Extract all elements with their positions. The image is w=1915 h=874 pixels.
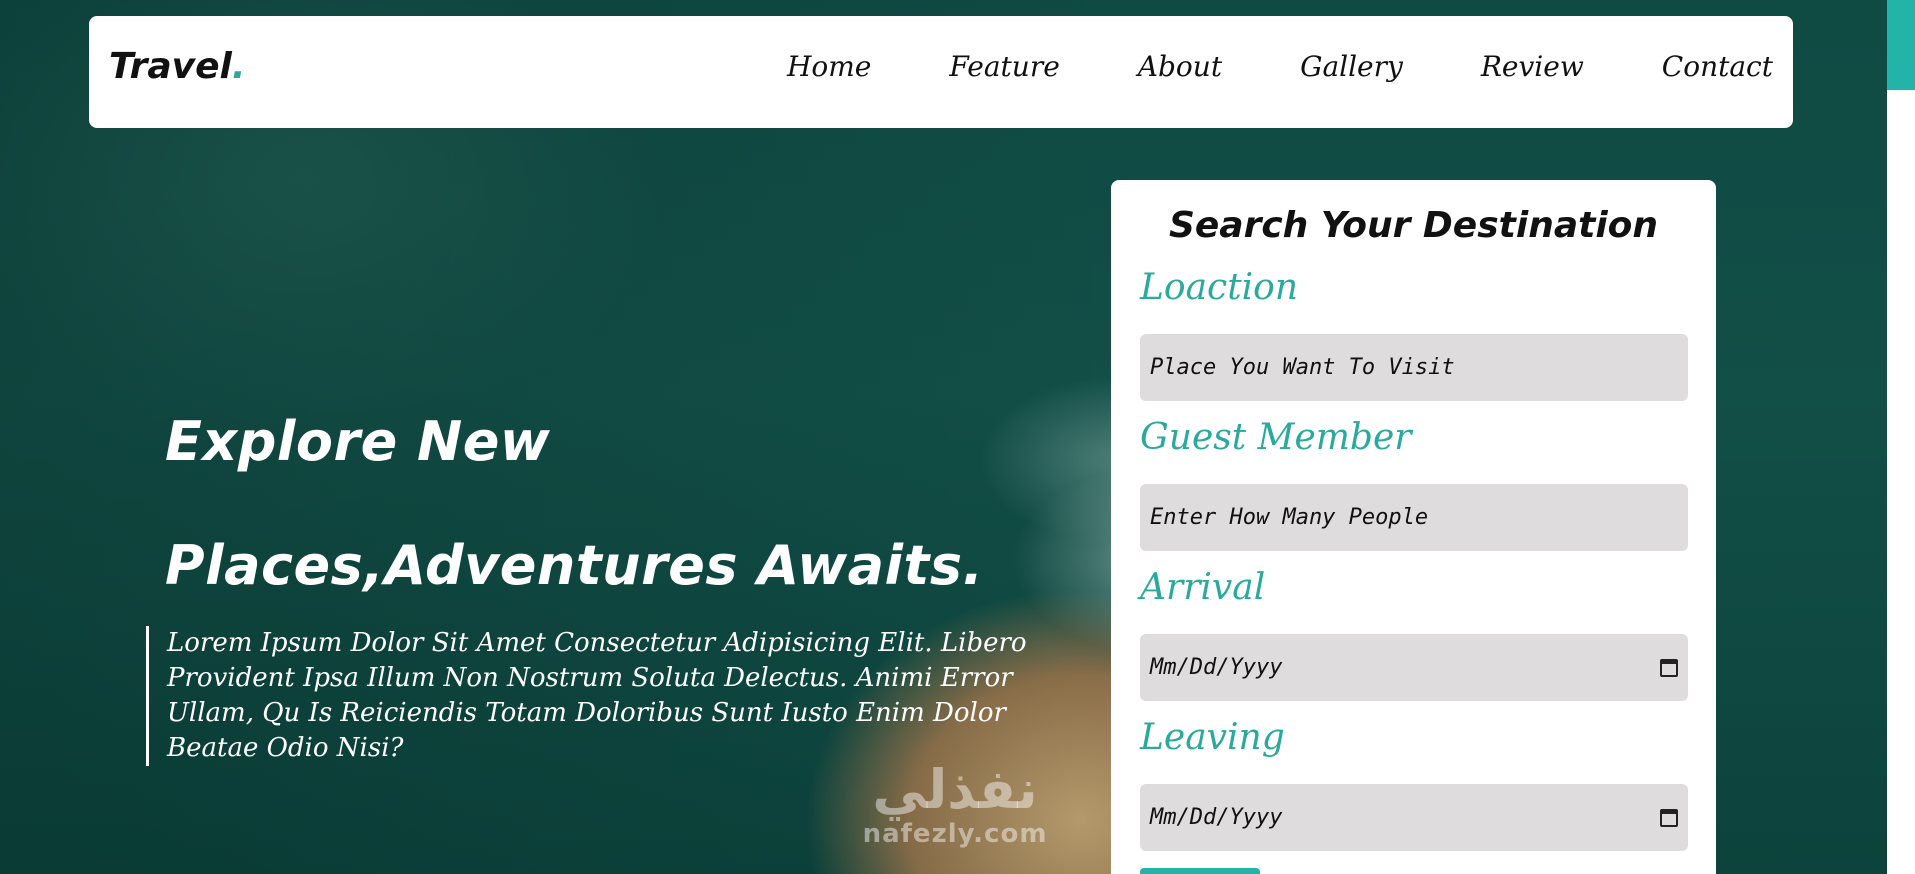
hero-title: Explore New Places,Adventures Awaits. xyxy=(165,410,984,597)
calendar-icon[interactable] xyxy=(1660,658,1678,677)
guest-placeholder: Enter How Many People xyxy=(1150,505,1429,530)
search-form: Search Your Destination Loaction Place Y… xyxy=(1111,180,1716,874)
leaving-label: Leaving xyxy=(1140,717,1285,758)
watermark-logo: نفذلي nafezly.com xyxy=(850,758,1060,849)
calendar-icon[interactable] xyxy=(1660,808,1678,827)
search-submit-button[interactable] xyxy=(1140,868,1260,874)
guest-input[interactable]: Enter How Many People xyxy=(1140,484,1688,551)
search-title: Search Your Destination xyxy=(1168,205,1659,246)
leaving-date-input[interactable]: Mm/Dd/Yyyy xyxy=(1140,784,1688,851)
arrival-date-input[interactable]: Mm/Dd/Yyyy xyxy=(1140,634,1688,701)
nav-link-about[interactable]: About xyxy=(1138,50,1222,83)
arrival-label: Arrival xyxy=(1140,567,1266,608)
scrollbar-track[interactable] xyxy=(1887,0,1915,874)
watermark-url: nafezly.com xyxy=(862,819,1048,849)
leaving-date-value: Mm/Dd/Yyyy xyxy=(1150,805,1283,830)
guest-label: Guest Member xyxy=(1140,417,1412,458)
nav-link-gallery[interactable]: Gallery xyxy=(1300,50,1403,83)
logo[interactable]: Travel. xyxy=(109,46,246,87)
nav-link-contact[interactable]: Contact xyxy=(1662,50,1773,83)
nav-link-home[interactable]: Home xyxy=(787,50,871,83)
location-placeholder: Place You Want To Visit xyxy=(1150,355,1455,380)
scrollbar-thumb[interactable] xyxy=(1887,0,1915,90)
nav-link-feature[interactable]: Feature xyxy=(949,50,1059,83)
location-label: Loaction xyxy=(1140,267,1299,308)
watermark-arabic: نفذلي xyxy=(872,758,1038,821)
nav-links: Home Feature About Gallery Review Contac… xyxy=(787,50,1773,83)
navbar: Travel. Home Feature About Gallery Revie… xyxy=(89,16,1793,128)
arrival-date-value: Mm/Dd/Yyyy xyxy=(1150,655,1283,680)
hero-description: Lorem Ipsum Dolor Sit Amet Consectetur A… xyxy=(146,626,1037,766)
logo-dot: . xyxy=(231,46,246,87)
logo-text[interactable]: Travel xyxy=(109,46,232,87)
location-input[interactable]: Place You Want To Visit xyxy=(1140,334,1688,401)
nav-link-review[interactable]: Review xyxy=(1481,50,1584,83)
